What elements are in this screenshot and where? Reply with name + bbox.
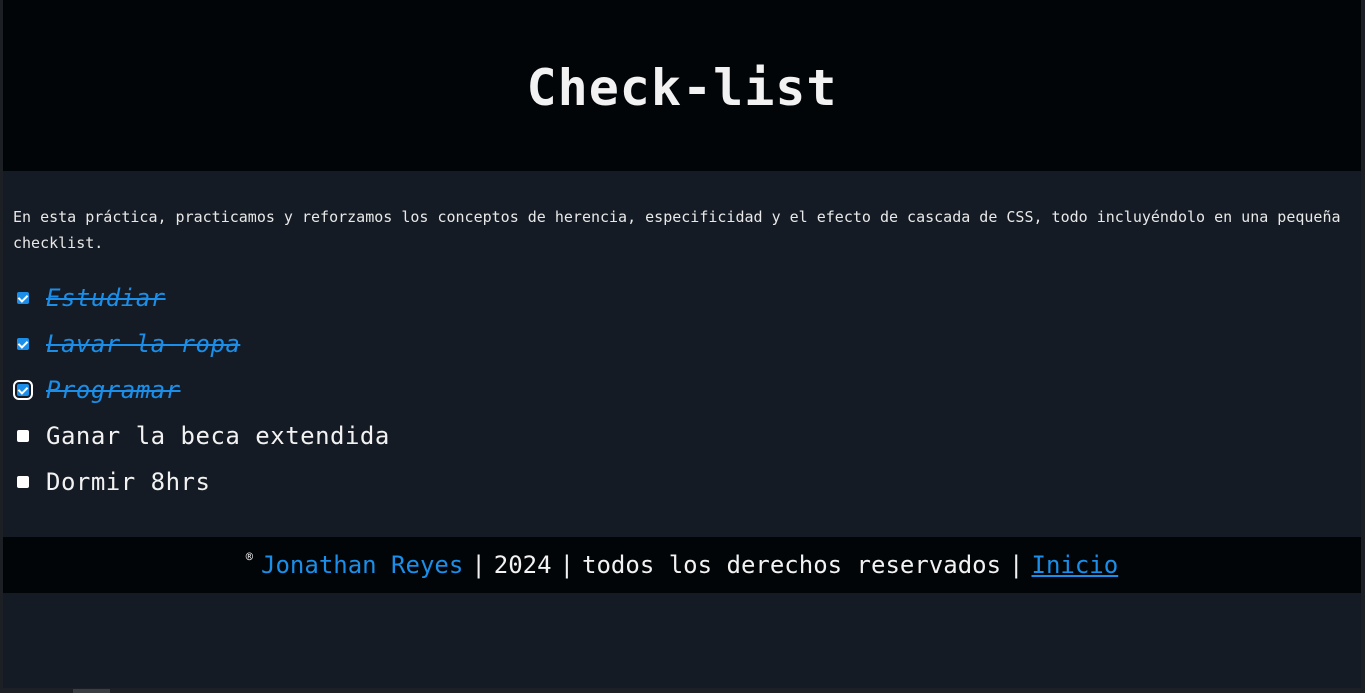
footer-separator: | xyxy=(1009,551,1024,579)
page-frame: Check-list En esta práctica, practicamos… xyxy=(3,0,1361,688)
checklist-item-label: Lavar la ropa xyxy=(46,330,241,358)
checkbox-checked[interactable] xyxy=(17,338,29,350)
footer-year: 2024 xyxy=(493,551,552,579)
footer-separator: | xyxy=(471,551,486,579)
intro-paragraph: En esta práctica, practicamos y reforzam… xyxy=(13,208,1341,252)
page-footer: ® Jonathan Reyes | 2024 | todos los dere… xyxy=(3,537,1361,593)
page-title: Check-list xyxy=(526,58,838,117)
checklist-item-label: Programar xyxy=(46,376,181,404)
checklist-item-label: Estudiar xyxy=(46,284,166,312)
checklist-item-label: Ganar la beca extendida xyxy=(46,422,390,450)
footer-separator: | xyxy=(559,551,575,579)
home-link[interactable]: Inicio xyxy=(1032,551,1119,579)
checklist-item[interactable]: Ganar la beca extendida xyxy=(3,413,1361,459)
horizontal-scrollbar-thumb[interactable] xyxy=(73,689,110,693)
checklist: Estudiar Lavar la ropa Programar Ganar l… xyxy=(3,275,1361,505)
checklist-item[interactable]: Programar xyxy=(3,367,1361,413)
page-header: Check-list xyxy=(3,0,1361,171)
checkbox-checked-focused[interactable] xyxy=(13,380,33,400)
checklist-item[interactable]: Lavar la ropa xyxy=(3,321,1361,367)
footer-rights: todos los derechos reservados xyxy=(582,551,1002,579)
checkbox-checked[interactable] xyxy=(17,292,29,304)
checkbox-unchecked[interactable] xyxy=(17,430,29,442)
copyright-symbol: ® xyxy=(245,550,254,564)
checklist-item[interactable]: Estudiar xyxy=(3,275,1361,321)
checklist-item[interactable]: Dormir 8hrs xyxy=(3,459,1361,505)
checklist-item-label: Dormir 8hrs xyxy=(46,468,211,496)
footer-author: Jonathan Reyes xyxy=(261,551,464,579)
checkbox-unchecked[interactable] xyxy=(17,476,29,488)
